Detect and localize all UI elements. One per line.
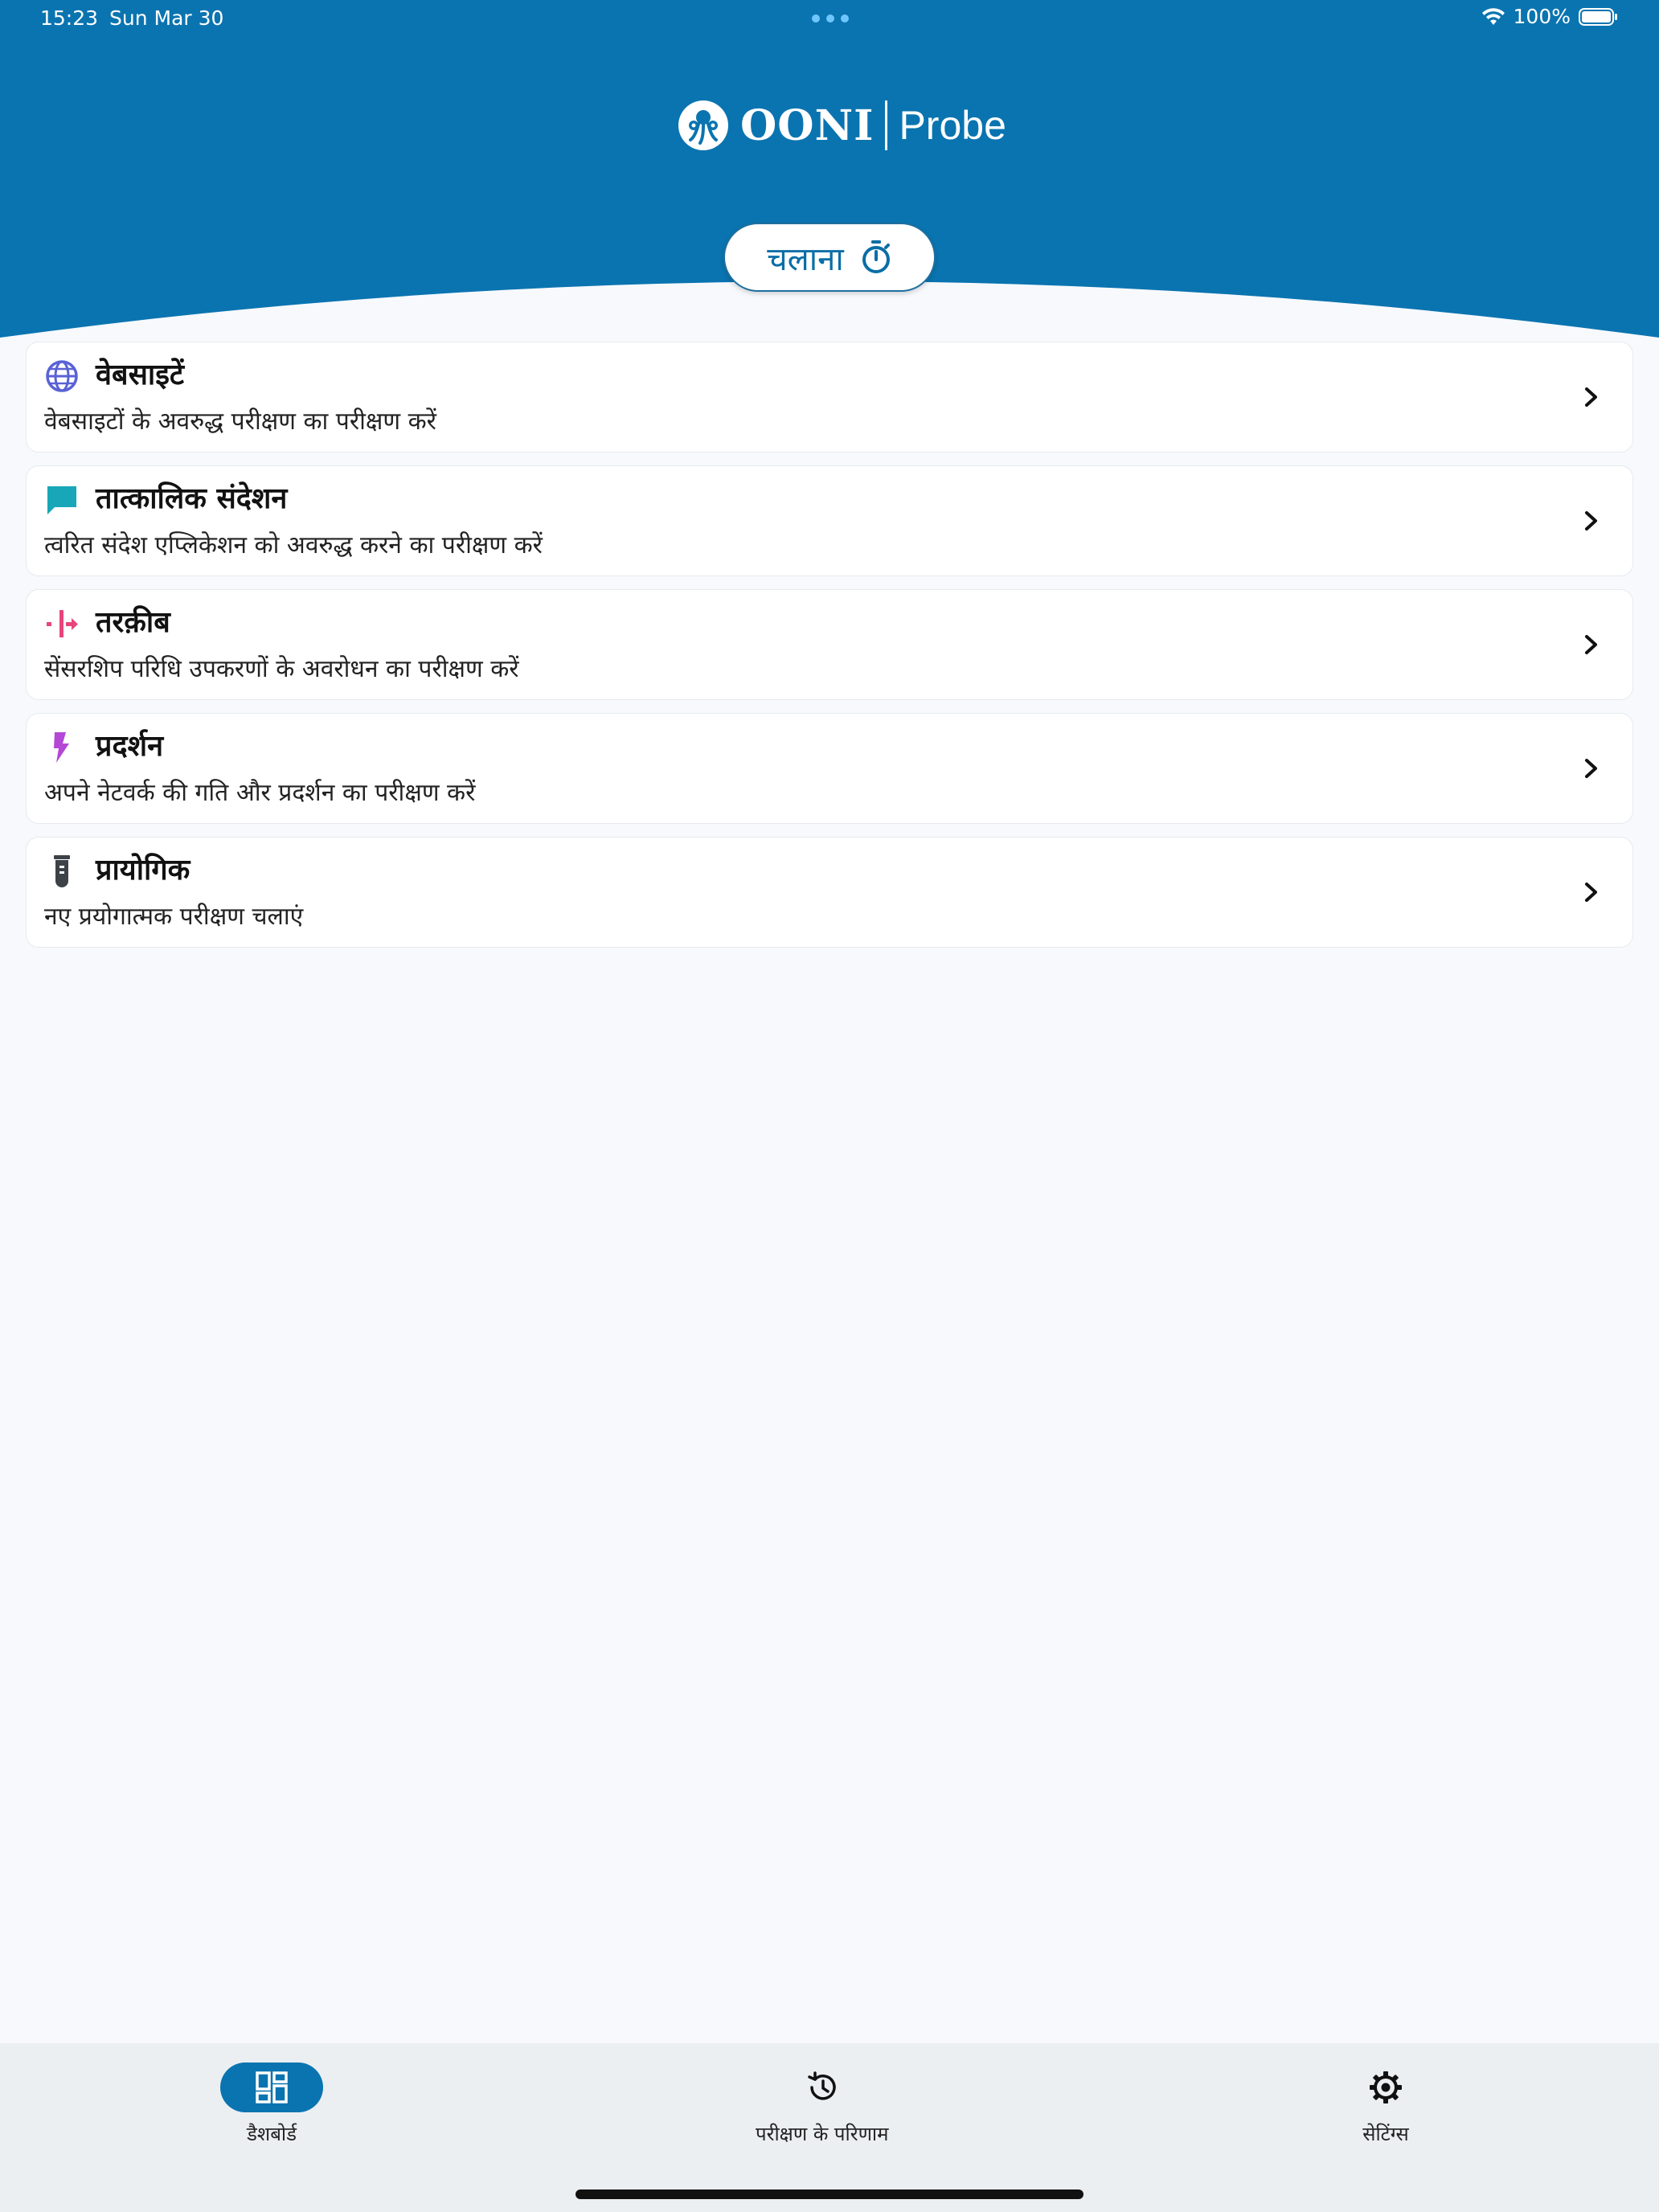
chevron-right-icon	[1585, 387, 1597, 407]
status-date: Sun Mar 30	[109, 6, 224, 30]
gear-icon	[1370, 2071, 1402, 2103]
ooni-probe-logo: OONI Probe	[678, 100, 1006, 151]
chevron-right-icon	[1585, 635, 1597, 654]
chevron-right-icon	[1585, 511, 1597, 530]
logo-divider	[885, 100, 888, 150]
header-background	[0, 0, 1659, 338]
nav-label: डैशबोर्ड	[247, 2123, 297, 2145]
card-title: वेबसाइटें	[96, 358, 185, 391]
nav-label: सेटिंग्स	[1362, 2123, 1409, 2145]
battery-full-icon	[1579, 7, 1617, 26]
logo-ooni-text: OONI	[740, 100, 875, 150]
logo-probe-text: Probe	[899, 103, 1006, 148]
card-title: प्रदर्शन	[96, 730, 164, 763]
ooni-octopus-icon	[678, 100, 728, 150]
header: 15:23 Sun Mar 30 100% OONI Probe चलाना	[0, 0, 1659, 346]
card-instant-messaging[interactable]: तात्कालिक संदेशन त्वरित संदेश एप्लिकेशन …	[26, 465, 1633, 576]
run-button-label: चलाना	[767, 240, 844, 278]
status-bar: 15:23 Sun Mar 30 100%	[0, 0, 1659, 39]
card-experimental[interactable]: प्रायोगिक नए प्रयोगात्मक परीक्षण चलाएं	[26, 837, 1633, 948]
nav-item-settings[interactable]: सेटिंग्स	[1334, 2062, 1437, 2147]
card-description: सेंसरशिप परिधि उपकरणों के अवरोधन का परीक…	[44, 655, 519, 683]
test-tube-icon	[44, 854, 80, 889]
home-indicator[interactable]	[576, 2189, 1083, 2199]
card-circumvention[interactable]: तरक़ीब सेंसरशिप परिधि उपकरणों के अवरोधन …	[26, 589, 1633, 700]
chat-bubble-icon	[44, 482, 80, 518]
chevron-right-icon	[1585, 883, 1597, 902]
middlebox-icon	[44, 606, 80, 641]
test-suite-list: वेबसाइटें वेबसाइटों के अवरुद्ध परीक्षण क…	[26, 342, 1633, 961]
card-description: अपने नेटवर्क की गति और प्रदर्शन का परीक्…	[44, 779, 476, 807]
app-root: 15:23 Sun Mar 30 100% OONI Probe चलाना व…	[0, 0, 1659, 2212]
status-right: 100%	[1481, 5, 1619, 28]
chevron-right-icon	[1585, 759, 1597, 778]
lightning-icon	[44, 730, 80, 765]
nav-item-test-results[interactable]: परीक्षण के परिणाम	[756, 2062, 889, 2147]
status-time: 15:23	[40, 6, 99, 30]
globe-icon	[44, 358, 80, 394]
card-title: प्रायोगिक	[96, 854, 190, 887]
bottom-navigation: डैशबोर्ड परीक्षण के परिणाम सेटिंग्स	[0, 2043, 1659, 2212]
stopwatch-icon	[862, 240, 890, 273]
card-title: तरक़ीब	[96, 606, 170, 639]
card-description: त्वरित संदेश एप्लिकेशन को अवरुद्ध करने क…	[44, 531, 543, 559]
nav-dashboard-indicator	[220, 2062, 323, 2112]
dashboard-icon	[256, 2071, 288, 2103]
wifi-icon	[1481, 7, 1505, 25]
battery-percentage: 100%	[1513, 5, 1571, 28]
nav-results-indicator	[771, 2062, 874, 2112]
run-button[interactable]: चलाना	[723, 223, 936, 292]
card-websites[interactable]: वेबसाइटें वेबसाइटों के अवरुद्ध परीक्षण क…	[26, 342, 1633, 453]
card-description: वेबसाइटों के अवरुद्ध परीक्षण का परीक्षण …	[44, 408, 436, 436]
nav-label: परीक्षण के परिणाम	[756, 2123, 889, 2145]
history-icon	[808, 2071, 836, 2100]
card-performance[interactable]: प्रदर्शन अपने नेटवर्क की गति और प्रदर्शन…	[26, 713, 1633, 824]
card-title: तात्कालिक संदेशन	[96, 482, 288, 515]
multitasking-dots[interactable]	[812, 14, 849, 23]
card-description: नए प्रयोगात्मक परीक्षण चलाएं	[44, 903, 304, 931]
nav-settings-indicator	[1334, 2062, 1437, 2112]
nav-item-dashboard[interactable]: डैशबोर्ड	[220, 2062, 323, 2147]
